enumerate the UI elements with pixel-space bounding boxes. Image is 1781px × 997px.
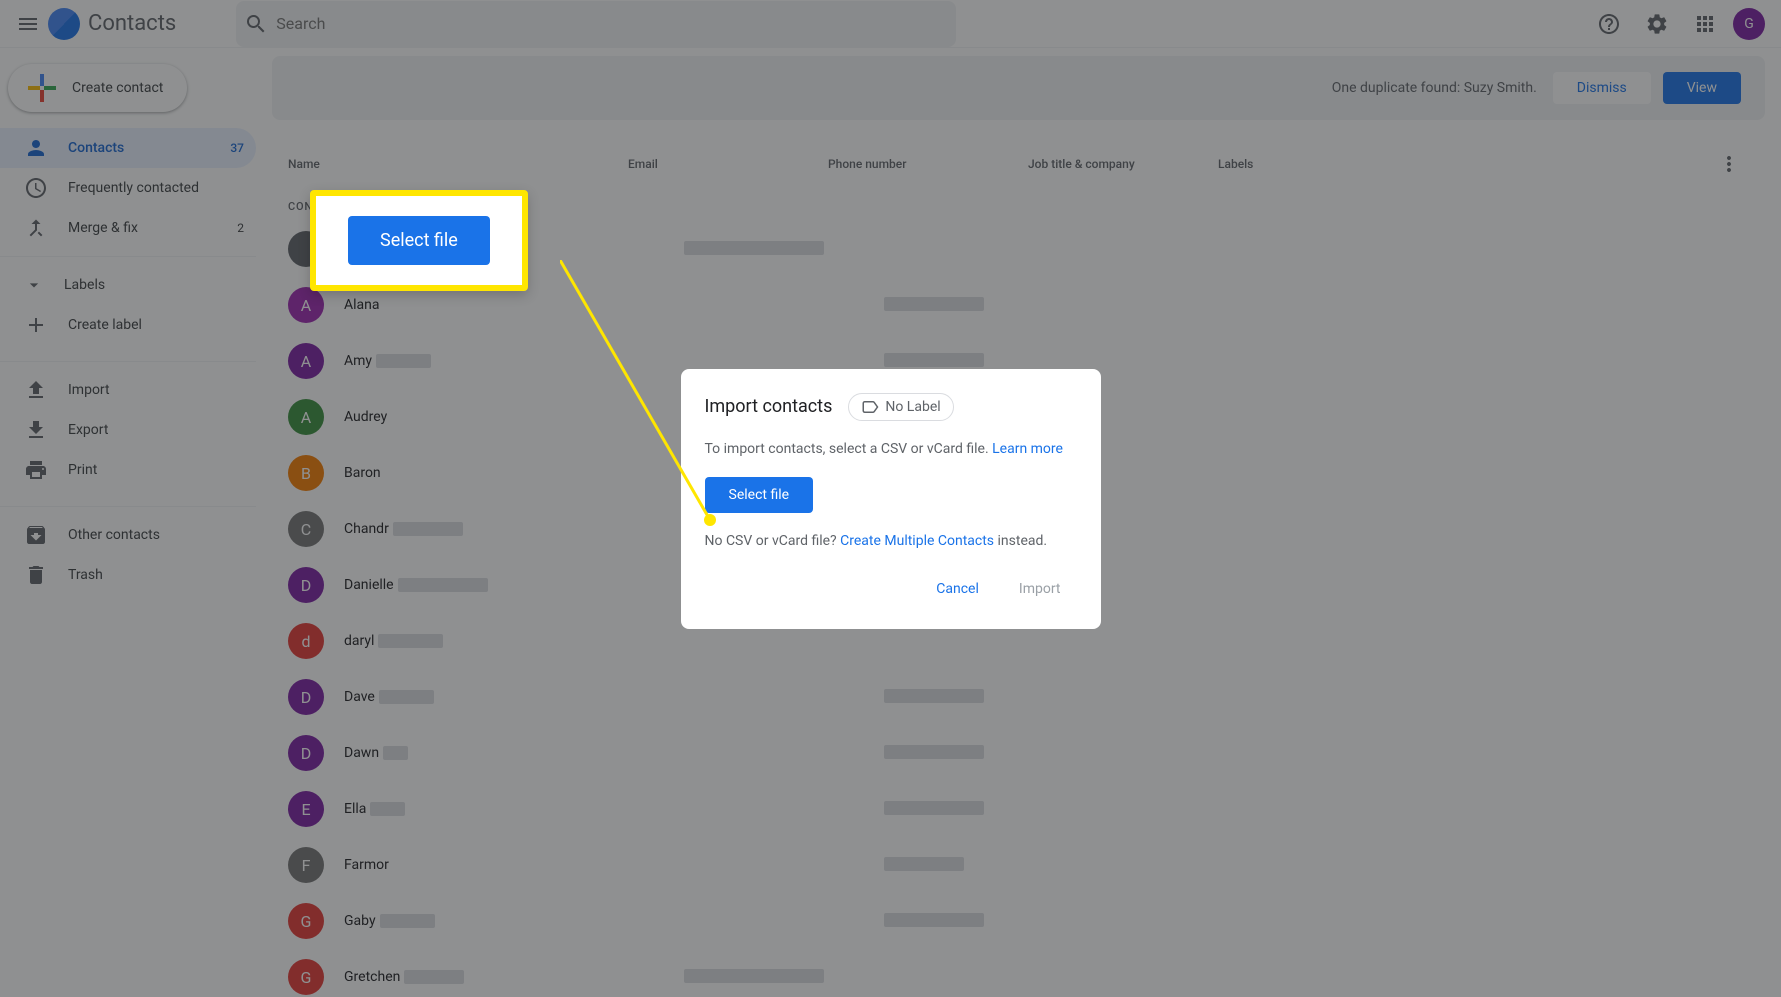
- dialog-footer-text: No CSV or vCard file? Create Multiple Co…: [705, 533, 1077, 549]
- select-file-callout: Select file: [310, 190, 528, 291]
- no-label-chip[interactable]: No Label: [848, 393, 953, 421]
- dialog-instruction: To import contacts, select a CSV or vCar…: [705, 441, 1077, 457]
- cancel-button[interactable]: Cancel: [920, 573, 995, 605]
- learn-more-link[interactable]: Learn more: [992, 441, 1063, 457]
- create-multiple-link[interactable]: Create Multiple Contacts: [840, 533, 994, 549]
- dialog-actions: Cancel Import: [705, 573, 1077, 605]
- callout-select-file-button: Select file: [348, 216, 490, 265]
- modal-overlay: Import contacts No Label To import conta…: [0, 0, 1781, 997]
- import-contacts-dialog: Import contacts No Label To import conta…: [681, 369, 1101, 629]
- select-file-button[interactable]: Select file: [705, 477, 814, 513]
- dialog-header: Import contacts No Label: [705, 393, 1077, 421]
- dialog-title: Import contacts: [705, 396, 833, 417]
- label-icon: [861, 398, 879, 416]
- no-label-text: No Label: [885, 399, 940, 415]
- import-button[interactable]: Import: [1003, 573, 1077, 605]
